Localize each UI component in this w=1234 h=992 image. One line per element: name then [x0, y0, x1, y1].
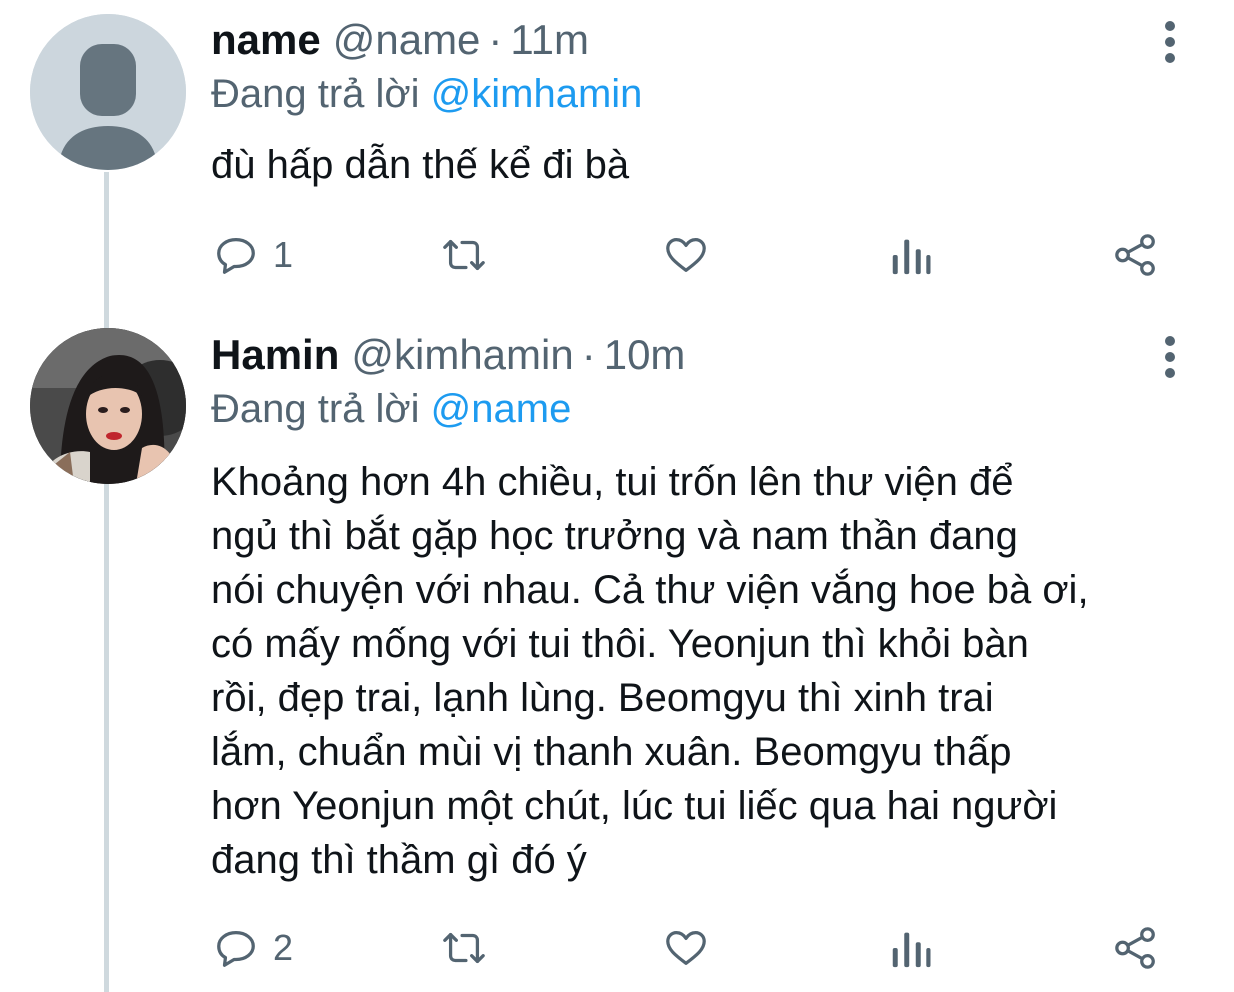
display-name[interactable]: name [211, 10, 321, 70]
reply-button[interactable]: 2 [213, 918, 293, 978]
tweet-text-line: nói chuyện với nhau. Cả thư viện vắng ho… [211, 568, 1089, 612]
heart-icon [666, 238, 706, 272]
retweet-button[interactable] [438, 225, 490, 285]
tweet-header: Hamin @kimhamin · 10m [211, 325, 685, 385]
share-icon [1115, 927, 1155, 969]
like-button[interactable] [662, 918, 710, 978]
tweet-actions: 1 [0, 225, 1234, 285]
timestamp[interactable]: 11m [510, 10, 589, 70]
replying-to: Đang trả lời @kimhamin [211, 66, 642, 122]
tweet-text-line: đang thì thầm gì đó ý [211, 838, 587, 882]
display-name[interactable]: Hamin [211, 325, 339, 385]
tweet-text-line: lắm, chuẩn mùi vị thanh xuân. Beomgyu th… [211, 730, 1012, 774]
replying-to: Đang trả lời @name [211, 381, 571, 437]
user-handle[interactable]: @name [333, 10, 481, 70]
share-icon [1115, 234, 1155, 276]
retweet-button[interactable] [438, 918, 490, 978]
more-options-icon[interactable] [1150, 327, 1190, 387]
tweet-text-line: có mấy mống với tui thôi. Yeonjun thì kh… [211, 622, 1029, 666]
reply-thread: name @name · 11m Đang trả lời @kimhamin … [0, 0, 1234, 992]
views-icon [892, 239, 931, 275]
reply-count: 2 [273, 927, 294, 968]
user-handle[interactable]: @kimhamin [351, 325, 573, 385]
tweet-text: Khoảng hơn 4h chiều, tui trốn lên thư vi… [211, 455, 1211, 887]
reply-icon [217, 238, 255, 274]
timestamp[interactable]: 10m [604, 325, 686, 385]
tweet[interactable]: name @name · 11m Đang trả lời @kimhamin … [0, 0, 1234, 300]
more-options-icon[interactable] [1150, 12, 1190, 72]
tweet-text: đù hấp dẫn thế kể đi bà [211, 138, 1211, 192]
share-button[interactable] [1112, 225, 1160, 285]
reply-icon [217, 931, 255, 967]
views-icon [892, 932, 931, 968]
tweet[interactable]: Hamin @kimhamin · 10m Đang trả lời @name… [0, 315, 1234, 992]
separator-dot: · [581, 331, 596, 378]
heart-icon [666, 931, 706, 965]
share-button[interactable] [1112, 918, 1160, 978]
reply-count: 1 [273, 234, 294, 275]
default-profile-icon[interactable] [30, 14, 186, 170]
retweet-icon [443, 932, 485, 964]
profile-photo[interactable] [30, 328, 186, 484]
tweet-text-line: ngủ thì bắt gặp học trưởng và nam thần đ… [211, 514, 1018, 558]
tweet-header: name @name · 11m [211, 10, 589, 70]
tweet-text-line: Khoảng hơn 4h chiều, tui trốn lên thư vi… [211, 460, 1014, 504]
replying-to-label: Đang trả lời [211, 72, 420, 116]
retweet-icon [443, 239, 485, 271]
replying-to-handle[interactable]: @kimhamin [431, 72, 643, 116]
views-button[interactable] [888, 225, 932, 285]
replying-to-handle[interactable]: @name [431, 387, 572, 431]
reply-button[interactable]: 1 [213, 225, 293, 285]
tweet-text-line: hơn Yeonjun một chút, lúc tui liếc qua h… [211, 784, 1058, 828]
tweet-actions: 2 [0, 918, 1234, 978]
tweet-text-line: đù hấp dẫn thế kể đi bà [211, 143, 630, 187]
views-button[interactable] [888, 918, 932, 978]
replying-to-label: Đang trả lời [211, 387, 420, 431]
separator-dot: · [488, 16, 503, 63]
tweet-text-line: rồi, đẹp trai, lạnh lùng. Beomgyu thì xi… [211, 676, 994, 720]
like-button[interactable] [662, 225, 710, 285]
